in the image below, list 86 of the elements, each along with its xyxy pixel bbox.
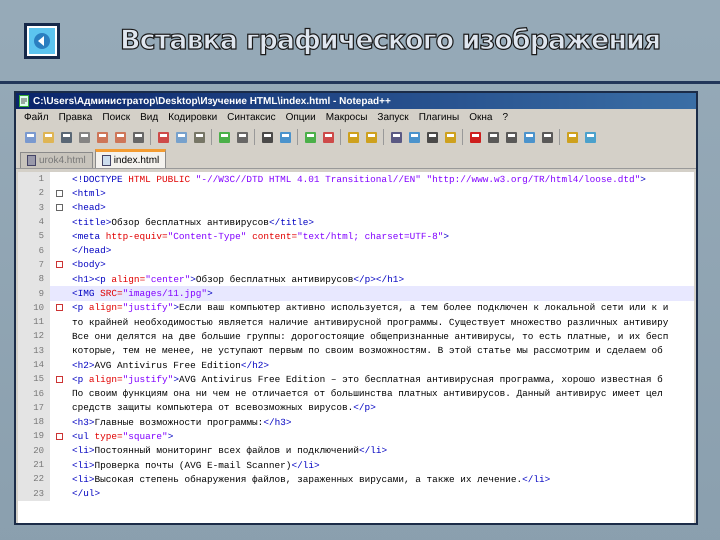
line-number: 18 bbox=[18, 415, 50, 430]
menu-item[interactable]: Кодировки bbox=[164, 112, 222, 123]
code-line: <!DOCTYPE HTML PUBLIC "-//W3C//DTD HTML 4.01 Transitional//EN" "http://www.w3.org/TR/html4/loose.dtd"> bbox=[71, 174, 646, 185]
code-line: <h1><p align="center">Обзор бесплатных антивирусов</p></h1> bbox=[71, 274, 404, 285]
line-number: 6 bbox=[18, 243, 50, 258]
toolbar-button[interactable] bbox=[424, 129, 440, 145]
code-line: <html> bbox=[71, 188, 106, 199]
toolbar-button[interactable] bbox=[467, 129, 483, 145]
code-line: <h2>AVG Antivirus Free Edition</h2> bbox=[71, 360, 269, 370]
code-line: <p align="justify">Если ваш компьютер активно используется, а тем более подключен к локальной сети или к и bbox=[71, 302, 668, 314]
line-number: 9 bbox=[18, 286, 50, 301]
toolbar-button[interactable] bbox=[58, 129, 74, 145]
code-line: Все они делятся на две большие группы: дорогостоящие общепризнанные антивирусы, то есть платные, и их бесп bbox=[71, 330, 668, 342]
code-line: то крайней необходимостью является наличие антивирусной программы. Существует множество различных антивиру bbox=[71, 316, 668, 328]
code-line: <ul type="square"> bbox=[71, 430, 174, 442]
code-line: </head> bbox=[71, 245, 112, 256]
line-number: 7 bbox=[18, 258, 50, 272]
code-line: которые, тем не менее, не уступают первым по своим возможностям. В этой статье мы рассмотрим и сделаем об bbox=[71, 345, 663, 356]
code-line: <li>Проверка почты (AVG E-mail Scanner)</li> bbox=[71, 460, 320, 471]
menu-item[interactable]: Синтаксис bbox=[223, 112, 280, 123]
line-number: 20 bbox=[18, 444, 50, 458]
line-number: 14 bbox=[18, 358, 50, 372]
toolbar-button[interactable] bbox=[155, 129, 171, 145]
toolbar-button[interactable] bbox=[320, 129, 336, 145]
line-number: 5 bbox=[18, 229, 50, 244]
line-number: 22 bbox=[18, 472, 50, 487]
line-number: 2 bbox=[18, 186, 50, 201]
line-number: 17 bbox=[18, 400, 50, 416]
toolbar-button[interactable] bbox=[388, 129, 404, 145]
fold-toggle[interactable] bbox=[56, 190, 62, 197]
file-tab[interactable]: index.html bbox=[94, 149, 166, 168]
fold-toggle[interactable] bbox=[56, 261, 62, 268]
menu-item[interactable]: Опции bbox=[282, 112, 320, 123]
code-line: </ul> bbox=[71, 488, 100, 500]
menu-item[interactable]: Поиск bbox=[98, 112, 134, 123]
menu-item[interactable]: ? bbox=[498, 112, 512, 123]
code-line: <h3>Главные возможности программы:</h3> bbox=[71, 416, 292, 428]
toolbar-button[interactable] bbox=[191, 129, 207, 145]
menu-item[interactable]: Запуск bbox=[373, 112, 413, 123]
fold-toggle[interactable] bbox=[56, 204, 62, 212]
code-line: <li>Высокая степень обнаружения файлов, зараженных вирусами, а также их лечение.</li> bbox=[71, 474, 550, 485]
fold-toggle[interactable] bbox=[56, 304, 62, 312]
code-line: По своим функциям она ни чем не отличается от большинства платных антивирусов. Данный антивирус имеет цел bbox=[71, 388, 663, 400]
fold-toggle[interactable] bbox=[56, 432, 62, 440]
line-number: 15 bbox=[18, 372, 50, 386]
fold-toggle[interactable] bbox=[56, 376, 62, 383]
line-number: 11 bbox=[18, 314, 50, 330]
notepad-icon bbox=[19, 95, 29, 107]
menu-item[interactable]: Макросы bbox=[322, 112, 372, 123]
menu-item[interactable]: Файл bbox=[20, 112, 53, 123]
line-number: 19 bbox=[18, 429, 50, 444]
line-number: 12 bbox=[18, 329, 50, 344]
slide-title: Вставка графического изображения bbox=[120, 25, 660, 56]
code-line: <body> bbox=[71, 259, 106, 270]
toolbar-button[interactable] bbox=[130, 129, 146, 145]
line-number: 8 bbox=[18, 272, 50, 286]
line-number: 4 bbox=[18, 214, 50, 230]
code-line: <li>Постоянный мониторинг всех файлов и подключений</li> bbox=[71, 445, 388, 456]
menu-item[interactable]: Окна bbox=[465, 112, 496, 123]
toolbar-button[interactable] bbox=[503, 129, 519, 145]
toolbar-button[interactable] bbox=[76, 129, 92, 145]
line-number: 16 bbox=[18, 386, 50, 401]
back-button[interactable] bbox=[24, 22, 60, 58]
menu-item[interactable]: Вид bbox=[136, 112, 162, 123]
line-number: 21 bbox=[18, 458, 50, 472]
line-number: 13 bbox=[18, 344, 50, 358]
code-editor[interactable] bbox=[18, 172, 694, 523]
code-line: <p align="justify">AVG Antivirus Free Edition – это бесплатная антивирусная программа, хорошо известная б bbox=[71, 374, 663, 385]
code-line: средств защиты компьютера от всевозможных вирусов.</p> bbox=[71, 402, 376, 414]
line-number: 1 bbox=[18, 172, 50, 186]
code-line: <meta http-equiv="Content-Type" content="text/html; charset=UTF-8"> bbox=[71, 230, 450, 242]
line-number: 3 bbox=[18, 200, 50, 215]
code-line: <head> bbox=[71, 202, 106, 214]
window-title: C:\Users\Администратор\Desktop\Изучение HTML\index.html - Notepad++ bbox=[33, 96, 391, 106]
toolbar-button[interactable] bbox=[539, 129, 555, 145]
code-line: <title>Обзор бесплатных антивирусов</title> bbox=[71, 216, 314, 228]
menu-item[interactable]: Правка bbox=[54, 112, 96, 123]
line-number: 10 bbox=[18, 300, 50, 315]
toolbar-button[interactable] bbox=[259, 129, 275, 145]
code-line: <IMG SRC="images/11.jpg"> bbox=[71, 288, 213, 300]
line-number: 23 bbox=[18, 486, 50, 501]
toolbar-button[interactable] bbox=[485, 129, 501, 145]
document-icon bbox=[102, 154, 111, 166]
toolbar-button[interactable] bbox=[234, 129, 250, 145]
document-icon bbox=[27, 155, 36, 166]
menu-item[interactable]: Плагины bbox=[414, 112, 464, 123]
